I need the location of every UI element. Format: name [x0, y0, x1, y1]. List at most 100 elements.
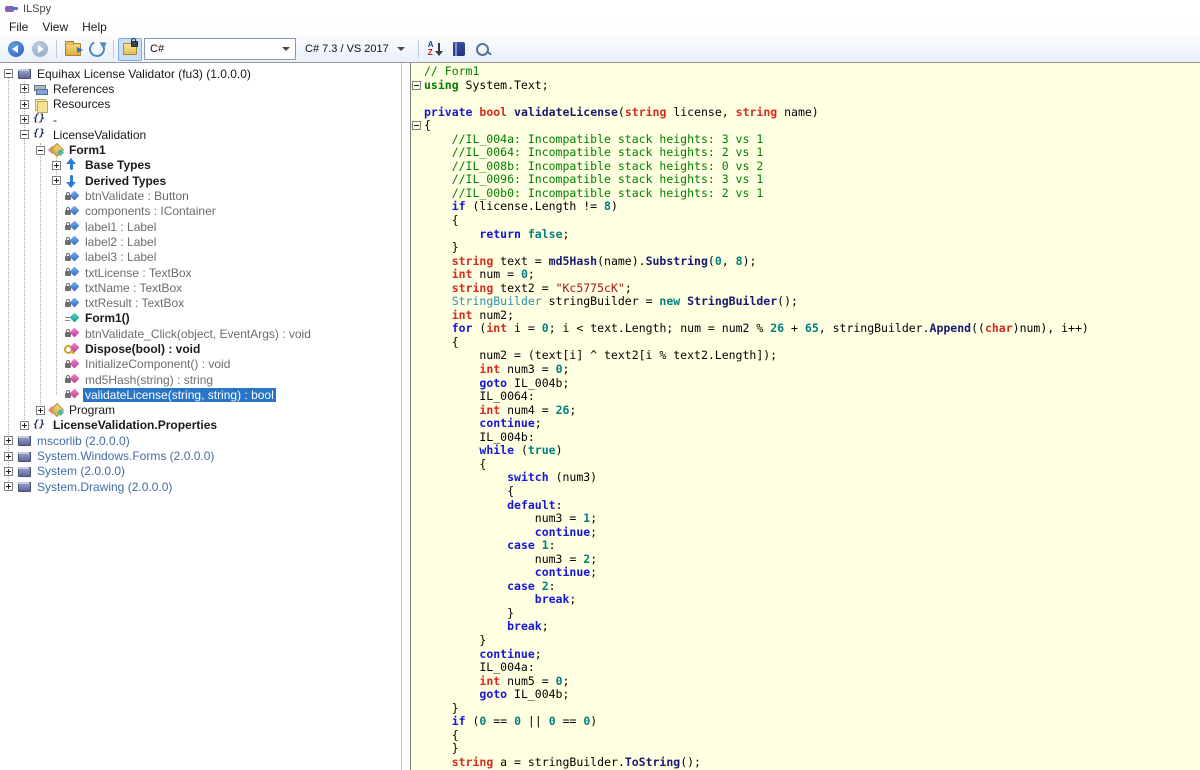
- tree-item[interactable]: {}-: [0, 112, 401, 127]
- code-line[interactable]: //IL_008b: Incompatible stack heights: 0…: [411, 160, 1200, 174]
- code-line[interactable]: //IL_0064: Incompatible stack heights: 2…: [411, 146, 1200, 160]
- tree-item[interactable]: label3 : Label: [0, 250, 401, 265]
- tree-item[interactable]: Dispose(bool) : void: [0, 341, 401, 356]
- code-line[interactable]: int num5 = 0;: [411, 675, 1200, 689]
- code-line[interactable]: IL_004a:: [411, 661, 1200, 675]
- code-line[interactable]: int num2;: [411, 309, 1200, 323]
- code-line[interactable]: string a = stringBuilder.ToString();: [411, 756, 1200, 770]
- code-line[interactable]: break;: [411, 620, 1200, 634]
- code-line[interactable]: return false;: [411, 228, 1200, 242]
- code-line[interactable]: {: [411, 214, 1200, 228]
- language-select[interactable]: C#: [144, 38, 296, 60]
- tree-expander[interactable]: [36, 146, 45, 155]
- tree-item[interactable]: InitializeComponent() : void: [0, 357, 401, 372]
- code-line[interactable]: int num4 = 26;: [411, 404, 1200, 418]
- code-line[interactable]: StringBuilder stringBuilder = new String…: [411, 295, 1200, 309]
- code-line[interactable]: default:: [411, 499, 1200, 513]
- code-line[interactable]: case 1:: [411, 539, 1200, 553]
- code-line[interactable]: if (license.Length != 8): [411, 200, 1200, 214]
- code-line[interactable]: int num = 0;: [411, 268, 1200, 282]
- code-line[interactable]: }: [411, 241, 1200, 255]
- tree-item[interactable]: validateLicense(string, string) : bool: [0, 387, 401, 402]
- code-line[interactable]: {: [411, 119, 1200, 133]
- menu-view[interactable]: View: [35, 19, 75, 35]
- code-line[interactable]: IL_0064:: [411, 390, 1200, 404]
- refresh-button[interactable]: [85, 38, 109, 61]
- tree-item[interactable]: Base Types: [0, 158, 401, 173]
- tree-expander[interactable]: [20, 115, 29, 124]
- tree-expander[interactable]: [20, 84, 29, 93]
- tree-item[interactable]: txtResult : TextBox: [0, 295, 401, 310]
- code-line[interactable]: num3 = 2;: [411, 553, 1200, 567]
- tree-expander[interactable]: [20, 421, 29, 430]
- code-line[interactable]: continue;: [411, 417, 1200, 431]
- book-button[interactable]: [447, 38, 471, 61]
- code-line[interactable]: break;: [411, 593, 1200, 607]
- decompiled-code-view[interactable]: // Form1using System.Text; private bool v…: [410, 63, 1200, 770]
- fold-collapse-icon[interactable]: [412, 81, 421, 90]
- code-line[interactable]: {: [411, 485, 1200, 499]
- tree-expander[interactable]: [52, 176, 61, 185]
- sort-assemblies-button[interactable]: A Z: [423, 38, 447, 61]
- code-line[interactable]: {: [411, 729, 1200, 743]
- code-line[interactable]: //IL_0096: Incompatible stack heights: 3…: [411, 173, 1200, 187]
- menu-help[interactable]: Help: [75, 19, 114, 35]
- tree-expander[interactable]: [4, 69, 13, 78]
- code-line[interactable]: //IL_00b0: Incompatible stack heights: 2…: [411, 187, 1200, 201]
- tree-item[interactable]: Derived Types: [0, 173, 401, 188]
- tree-item[interactable]: btnValidate_Click(object, EventArgs) : v…: [0, 326, 401, 341]
- tree-item[interactable]: components : IContainer: [0, 204, 401, 219]
- code-line[interactable]: //IL_004a: Incompatible stack heights: 3…: [411, 133, 1200, 147]
- tree-item[interactable]: Form1(): [0, 311, 401, 326]
- tree-item[interactable]: txtName : TextBox: [0, 280, 401, 295]
- code-line[interactable]: IL_004b:: [411, 431, 1200, 445]
- tree-expander[interactable]: [4, 467, 13, 476]
- code-line[interactable]: switch (num3): [411, 471, 1200, 485]
- tree-expander[interactable]: [4, 482, 13, 491]
- tree-item[interactable]: {}LicenseValidation: [0, 127, 401, 142]
- code-line[interactable]: }: [411, 634, 1200, 648]
- code-line[interactable]: num2 = (text[i] ^ text2[i % text2.Length…: [411, 349, 1200, 363]
- code-line[interactable]: continue;: [411, 648, 1200, 662]
- tree-expander[interactable]: [36, 406, 45, 415]
- language-version-select[interactable]: C# 7.3 / VS 2017: [300, 39, 412, 59]
- forward-button[interactable]: [28, 38, 52, 61]
- code-line[interactable]: string text2 = "Kc5775cK";: [411, 282, 1200, 296]
- code-line[interactable]: num3 = 1;: [411, 512, 1200, 526]
- tree-item[interactable]: System.Windows.Forms (2.0.0.0): [0, 448, 401, 463]
- code-line[interactable]: int num3 = 0;: [411, 363, 1200, 377]
- tree-item[interactable]: btnValidate : Button: [0, 188, 401, 203]
- tree-item[interactable]: References: [0, 81, 401, 96]
- back-button[interactable]: [4, 38, 28, 61]
- code-line[interactable]: goto IL_004b;: [411, 688, 1200, 702]
- code-line[interactable]: case 2:: [411, 580, 1200, 594]
- search-button[interactable]: [471, 38, 495, 61]
- tree-expander[interactable]: [20, 100, 29, 109]
- tree-item[interactable]: Resources: [0, 97, 401, 112]
- tree-item[interactable]: Form1: [0, 142, 401, 157]
- code-line[interactable]: }: [411, 702, 1200, 716]
- code-line[interactable]: using System.Text;: [411, 79, 1200, 93]
- code-line[interactable]: while (true): [411, 444, 1200, 458]
- tree-item[interactable]: {}LicenseValidation.Properties: [0, 418, 401, 433]
- tree-item[interactable]: Equihax License Validator (fu3) (1.0.0.0…: [0, 66, 401, 81]
- pane-splitter[interactable]: [402, 63, 410, 770]
- tree-expander[interactable]: [20, 130, 29, 139]
- code-line[interactable]: continue;: [411, 526, 1200, 540]
- code-line[interactable]: }: [411, 607, 1200, 621]
- tree-item[interactable]: label1 : Label: [0, 219, 401, 234]
- code-line[interactable]: private bool validateLicense(string lice…: [411, 106, 1200, 120]
- code-line[interactable]: continue;: [411, 566, 1200, 580]
- code-line[interactable]: }: [411, 742, 1200, 756]
- code-line[interactable]: if (0 == 0 || 0 == 0): [411, 715, 1200, 729]
- code-line[interactable]: // Form1: [411, 65, 1200, 79]
- fold-marker[interactable]: [411, 79, 424, 93]
- tree-expander[interactable]: [4, 436, 13, 445]
- tree-expander[interactable]: [4, 452, 13, 461]
- code-line[interactable]: string text = md5Hash(name).Substring(0,…: [411, 255, 1200, 269]
- fold-marker[interactable]: [411, 119, 424, 133]
- code-line[interactable]: goto IL_004b;: [411, 377, 1200, 391]
- code-line[interactable]: {: [411, 458, 1200, 472]
- tree-item[interactable]: Program: [0, 403, 401, 418]
- tree-item[interactable]: System (2.0.0.0): [0, 464, 401, 479]
